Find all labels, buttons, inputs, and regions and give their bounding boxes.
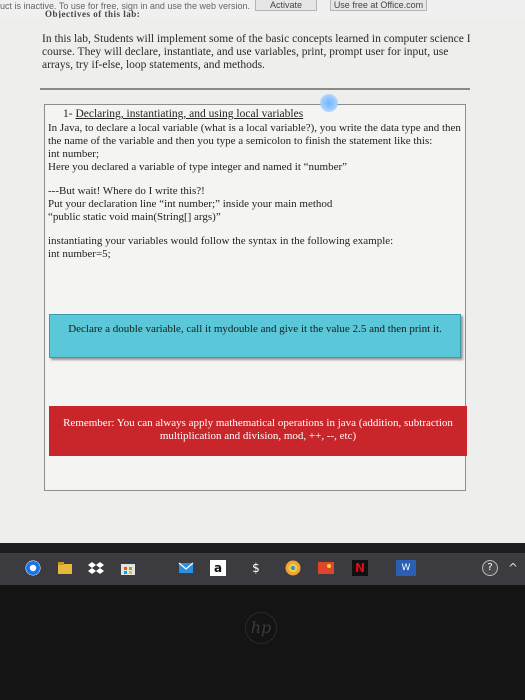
paragraph-line: Put your declaration line “int number;” … [48, 198, 333, 210]
spotify-icon[interactable] [285, 560, 301, 576]
hp-logo: hp [245, 612, 277, 644]
activate-button[interactable]: Activate [255, 0, 317, 11]
task-text: Declare a double variable, call it mydou… [68, 323, 442, 335]
help-icon[interactable]: ? [482, 560, 498, 576]
section-title: Declaring, instantiating, and using loca… [75, 108, 304, 120]
netflix-icon[interactable]: N [352, 560, 368, 576]
taskbar: a $ N W ? ^ [0, 553, 525, 585]
code-line: int number; [48, 148, 100, 160]
chevron-up-icon[interactable]: ^ [505, 560, 521, 576]
file-explorer-icon[interactable] [57, 560, 73, 576]
mouse-cursor-highlight [320, 94, 338, 112]
section-content: In Java, to declare a local variable (wh… [48, 122, 462, 261]
task-box: Declare a double variable, call it mydou… [49, 314, 461, 358]
office-activation-banner: uct is inactive. To use for free, sign i… [0, 0, 525, 19]
document-page[interactable]: In this lab, Students will implement som… [0, 18, 525, 543]
code-line: “public static void main(String[] args)” [48, 211, 221, 223]
reminder-box: Remember: You can always apply mathemati… [49, 406, 467, 456]
intro-paragraph: In this lab, Students will implement som… [42, 33, 471, 71]
dollar-icon[interactable]: $ [248, 560, 264, 576]
section-divider [40, 88, 470, 90]
paragraph-line: Here you declared a variable of type int… [48, 161, 347, 173]
code-line: int number=5; [48, 248, 111, 260]
section-box: 1- Declaring, instantiating, and using l… [44, 104, 467, 491]
paragraph-line: ---But wait! Where do I write this?! [48, 185, 205, 197]
mail-icon[interactable] [178, 560, 194, 576]
store-icon[interactable] [120, 560, 136, 576]
word-icon[interactable]: W [396, 560, 416, 576]
photos-icon[interactable] [318, 560, 334, 576]
chrome-icon[interactable] [25, 560, 41, 576]
paragraph-line: In Java, to declare a local variable (wh… [48, 122, 461, 147]
office-link-button[interactable]: Use free at Office.com [330, 0, 427, 11]
paragraph-line: instantiating your variables would follo… [48, 235, 394, 247]
reminder-text: Remember: You can always apply mathemati… [63, 417, 453, 442]
amazon-icon[interactable]: a [210, 560, 226, 576]
section-number: 1- [63, 108, 73, 120]
section-heading: 1- Declaring, instantiating, and using l… [63, 108, 303, 120]
dropbox-icon[interactable] [88, 560, 104, 576]
